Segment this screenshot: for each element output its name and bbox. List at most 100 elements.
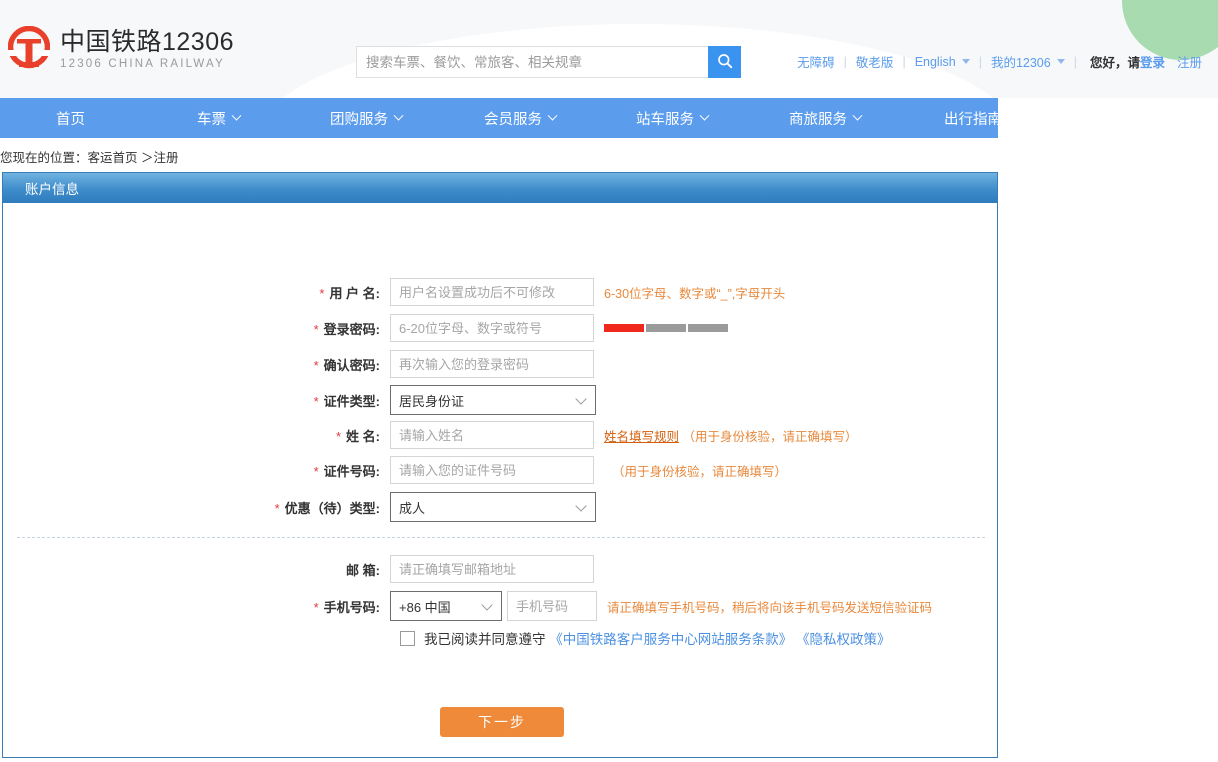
header-link-separator: | xyxy=(978,54,982,69)
nav-item-group-service[interactable]: 团购服务 xyxy=(330,108,404,129)
phone-number-input[interactable] xyxy=(507,591,597,621)
search-button[interactable] xyxy=(708,46,741,78)
nav-item-label: 会员服务 xyxy=(484,111,542,128)
login-link[interactable]: 登录 xyxy=(1140,56,1165,70)
china-railway-logo-icon xyxy=(7,25,51,74)
required-asterisk: * xyxy=(319,285,325,301)
field-label-text: 用 户 名: xyxy=(329,285,380,301)
password-input[interactable] xyxy=(390,314,594,342)
nav-item-travel-guide[interactable]: 出行指南 xyxy=(944,108,998,129)
nav-item-label: 出行指南 xyxy=(944,111,998,128)
card-title: 账户信息 xyxy=(25,182,79,197)
nav-item-station-service[interactable]: 站车服务 xyxy=(636,108,710,129)
field-label-id-number: * 证件号码: xyxy=(3,461,390,480)
agreement-row: 我已阅读并同意遵守 《中国铁路客户服务中心网站服务条款》 《隐私权政策》 xyxy=(400,628,891,648)
field-label-text: 证件号码: xyxy=(323,463,380,479)
field-row-email: 邮 箱: xyxy=(3,555,997,583)
password-strength-segment-1 xyxy=(604,324,644,332)
confirm-password-input[interactable] xyxy=(390,350,594,378)
id-type-select[interactable]: 居民身份证 xyxy=(390,385,596,415)
breadcrumb-prefix: 您现在的位置： xyxy=(0,151,88,165)
field-label-email: 邮 箱: xyxy=(3,560,390,579)
field-label-password: * 登录密码: xyxy=(3,319,390,338)
nav-item-business-travel[interactable]: 商旅服务 xyxy=(789,108,863,129)
field-label-text: 优惠（待）类型: xyxy=(284,500,380,516)
phone-hint: 请正确填写手机号码，稍后将向该手机号码发送短信验证码 xyxy=(607,600,933,615)
chevron-down-icon xyxy=(547,110,558,121)
name-rules-link[interactable]: 姓名填写规则 xyxy=(604,430,679,444)
field-label-text: 姓 名: xyxy=(346,428,380,444)
id-number-input[interactable] xyxy=(390,456,594,484)
card-header: 账户信息 xyxy=(3,173,997,203)
logo-title-en: 12306 CHINA RAILWAY xyxy=(60,58,225,70)
passenger-type-select[interactable]: 成人 xyxy=(390,492,596,522)
field-label-text: 手机号码: xyxy=(323,599,380,615)
section-divider xyxy=(17,537,985,538)
green-circle-decoration xyxy=(1122,0,1218,60)
chevron-down-icon xyxy=(699,110,710,121)
field-label-text: 确认密码: xyxy=(323,357,380,373)
breadcrumb-home[interactable]: 客运首页 xyxy=(88,151,138,165)
field-row-username: *用 户 名: 6-30位字母、数字或“_”,字母开头 xyxy=(3,278,997,306)
chevron-down-icon xyxy=(231,110,242,121)
field-label-name: * 姓 名: xyxy=(3,426,390,445)
field-row-passenger-type: * 优惠（待）类型: 成人 xyxy=(3,492,997,522)
account-info-card: 账户信息 *用 户 名: 6-30位字母、数字或“_”,字母开头 *登录密码: xyxy=(2,172,998,758)
field-row-id-number: *证件号码: （用于身份核验，请正确填写） xyxy=(3,456,997,484)
field-label-text: 证件类型: xyxy=(323,393,380,409)
header-link-elderly[interactable]: 敬老版 xyxy=(856,52,894,71)
nav-item-label: 站车服务 xyxy=(636,111,694,128)
username-input[interactable] xyxy=(390,278,594,306)
agreement-checkbox[interactable] xyxy=(400,630,415,646)
field-label-text: 登录密码: xyxy=(323,321,380,337)
chevron-down-icon xyxy=(852,110,863,121)
required-asterisk: * xyxy=(313,357,319,373)
required-asterisk: * xyxy=(313,321,319,337)
nav-item-label: 商旅服务 xyxy=(789,111,847,128)
chevron-down-icon xyxy=(575,500,587,512)
header-link-separator: | xyxy=(843,54,847,69)
field-label-phone: * 手机号码: xyxy=(3,597,390,616)
terms-of-service-link[interactable]: 《中国铁路客户服务中心网站服务条款》 xyxy=(549,632,792,647)
field-label-text: 邮 箱: xyxy=(346,562,380,578)
nav-item-label: 团购服务 xyxy=(330,111,388,128)
field-row-id-type: * 证件类型: 居民身份证 xyxy=(3,385,997,415)
nav-item-label: 首页 xyxy=(56,111,85,128)
name-hint-text: （用于身份核验，请正确填写） xyxy=(682,429,858,444)
main-navigation: 首页 车票 团购服务 会员服务 站车服务 商旅服务 出行指南 xyxy=(0,98,998,138)
agreement-text-group: 我已阅读并同意遵守 《中国铁路客户服务中心网站服务条款》 《隐私权政策》 xyxy=(424,628,891,648)
header-link-my12306[interactable]: 我的12306 xyxy=(991,52,1051,71)
chevron-down-icon[interactable] xyxy=(1056,59,1065,64)
site-logo[interactable]: 中国铁路12306 12306 CHINA RAILWAY xyxy=(7,25,234,74)
search-icon xyxy=(717,53,733,72)
header-link-separator: | xyxy=(1073,54,1077,69)
nav-item-tickets[interactable]: 车票 xyxy=(197,108,242,129)
password-strength-segment-2 xyxy=(646,324,686,332)
field-row-password: * 登录密码: xyxy=(3,314,997,342)
field-row-name: *姓 名: 姓名填写规则 （用于身份核验，请正确填写） xyxy=(3,421,997,449)
name-input[interactable] xyxy=(390,421,594,449)
required-asterisk: * xyxy=(274,500,280,516)
register-link[interactable]: 注册 xyxy=(1177,52,1202,71)
greeting-block: 您好，请登录 xyxy=(1090,52,1165,71)
nav-item-member-service[interactable]: 会员服务 xyxy=(484,108,558,129)
search-input[interactable] xyxy=(356,46,708,78)
header-link-accessibility[interactable]: 无障碍 xyxy=(797,52,835,71)
nav-item-home[interactable]: 首页 xyxy=(56,108,85,129)
password-strength-segment-3 xyxy=(688,324,728,332)
email-input[interactable] xyxy=(390,555,594,583)
privacy-policy-link[interactable]: 《隐私权政策》 xyxy=(796,632,891,647)
search-box xyxy=(356,46,741,78)
chevron-down-icon xyxy=(393,110,404,121)
header-link-english[interactable]: English xyxy=(915,55,956,69)
phone-country-code-value: +86 中国 xyxy=(399,599,451,615)
field-label-confirm-password: * 确认密码: xyxy=(3,355,390,374)
nav-item-label: 车票 xyxy=(197,111,226,128)
field-label-username: * 用 户 名: xyxy=(3,283,390,302)
greeting-text: 您好，请 xyxy=(1089,56,1140,70)
next-step-button[interactable]: 下一步 xyxy=(440,707,564,737)
phone-country-code-select[interactable]: +86 中国 xyxy=(390,591,502,621)
name-hint: 姓名填写规则 （用于身份核验，请正确填写） xyxy=(604,426,858,445)
registration-form: *用 户 名: 6-30位字母、数字或“_”,字母开头 *登录密码: *确认密码… xyxy=(3,203,997,757)
chevron-down-icon[interactable] xyxy=(961,59,970,64)
